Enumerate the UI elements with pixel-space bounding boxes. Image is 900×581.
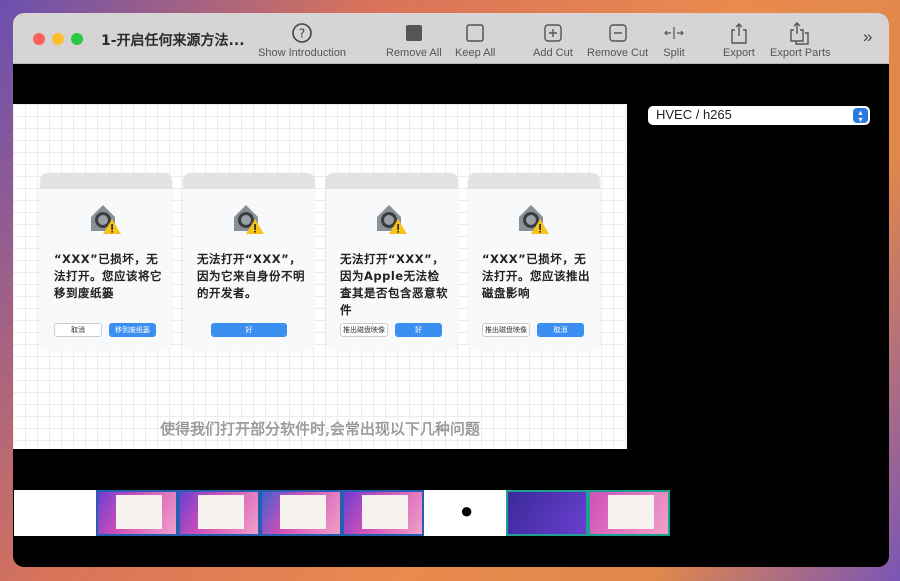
more-toolbar-button[interactable]: »: [863, 25, 872, 49]
filled-square-icon: [405, 21, 423, 45]
filmstrip[interactable]: ●: [14, 490, 670, 536]
dialog-message: 无法打开“XXX”，因为它来自身份不明的开发者。: [197, 251, 307, 302]
export-button[interactable]: Export: [723, 21, 755, 59]
dialog-button: 移到废纸篓: [109, 323, 156, 337]
close-button[interactable]: [33, 33, 45, 45]
video-subtitle: 使得我们打开部分软件时,会常出现以下几种问题: [13, 418, 627, 439]
keep-all-button[interactable]: Keep All: [455, 21, 495, 59]
dialog-button: 好: [211, 323, 287, 337]
dialog-message: “XXX”已损坏，无法打开。您应该推出磁盘影响: [482, 251, 592, 302]
gatekeeper-warning-icon: [231, 201, 265, 235]
share-icon: [730, 21, 748, 45]
remove-cut-button[interactable]: Remove Cut: [587, 21, 648, 59]
split-button[interactable]: Split: [663, 21, 685, 59]
dialog-message: 无法打开“XXX”，因为Apple无法检查其是否包含恶意软件: [340, 251, 450, 319]
apple-logo-icon: ●: [460, 498, 473, 524]
svg-text:?: ?: [299, 27, 305, 41]
dialog-card: “XXX”已损坏，无法打开。您应该推出磁盘影响推出磁盘映像取消: [468, 173, 600, 350]
export-parts-button[interactable]: Export Parts: [770, 21, 831, 59]
question-icon: ?: [291, 21, 313, 45]
dialog-button: 好: [395, 323, 442, 337]
filmstrip-frame[interactable]: [96, 490, 178, 536]
dialog-card: “XXX”已损坏，无法打开。您应该将它移到废纸篓取消移到废纸篓: [40, 173, 172, 350]
dialog-button: 推出磁盘映像: [482, 323, 530, 337]
filmstrip-frame[interactable]: ●: [424, 490, 506, 536]
gatekeeper-warning-icon: [88, 201, 122, 235]
codec-selected-value: HVEC / h265: [656, 107, 732, 122]
updown-chevron-icon: ▴▾: [853, 108, 868, 123]
dialog-card: 无法打开“XXX”，因为Apple无法检查其是否包含恶意软件推出磁盘映像好: [326, 173, 458, 350]
dialog-card: 无法打开“XXX”，因为它来自身份不明的开发者。好: [183, 173, 315, 350]
window-title: 1-开启任何来源方法...: [101, 30, 245, 50]
chevron-double-right-icon: »: [863, 25, 872, 49]
export-parts-icon: [789, 21, 811, 45]
gatekeeper-warning-icon: [516, 201, 550, 235]
minimize-button[interactable]: [52, 33, 64, 45]
empty-square-icon: [466, 21, 484, 45]
codec-select[interactable]: HVEC / h265 ▴▾: [648, 106, 870, 125]
titlebar: 1-开启任何来源方法... ?Show Introduction Remove …: [13, 13, 889, 64]
remove-all-button[interactable]: Remove All: [386, 21, 442, 59]
gatekeeper-warning-icon: [374, 201, 408, 235]
dialog-button: 推出磁盘映像: [340, 323, 388, 337]
minus-square-icon: [609, 21, 627, 45]
zoom-button[interactable]: [71, 33, 83, 45]
plus-square-icon: [544, 21, 562, 45]
app-window: 1-开启任何来源方法... ?Show Introduction Remove …: [13, 13, 889, 567]
show-introduction-button[interactable]: ?Show Introduction: [258, 21, 346, 59]
dialog-button: 取消: [537, 323, 584, 337]
filmstrip-frame[interactable]: [342, 490, 424, 536]
filmstrip-frame[interactable]: [506, 490, 588, 536]
filmstrip-frame[interactable]: [260, 490, 342, 536]
video-preview: “XXX”已损坏，无法打开。您应该将它移到废纸篓取消移到废纸篓无法打开“XXX”…: [13, 104, 627, 449]
filmstrip-frame[interactable]: [588, 490, 670, 536]
dialog-button: 取消: [54, 323, 102, 337]
split-icon: [663, 21, 685, 45]
dialog-message: “XXX”已损坏，无法打开。您应该将它移到废纸篓: [54, 251, 164, 302]
add-cut-button[interactable]: Add Cut: [533, 21, 573, 59]
filmstrip-frame[interactable]: [178, 490, 260, 536]
filmstrip-frame[interactable]: [14, 490, 96, 536]
